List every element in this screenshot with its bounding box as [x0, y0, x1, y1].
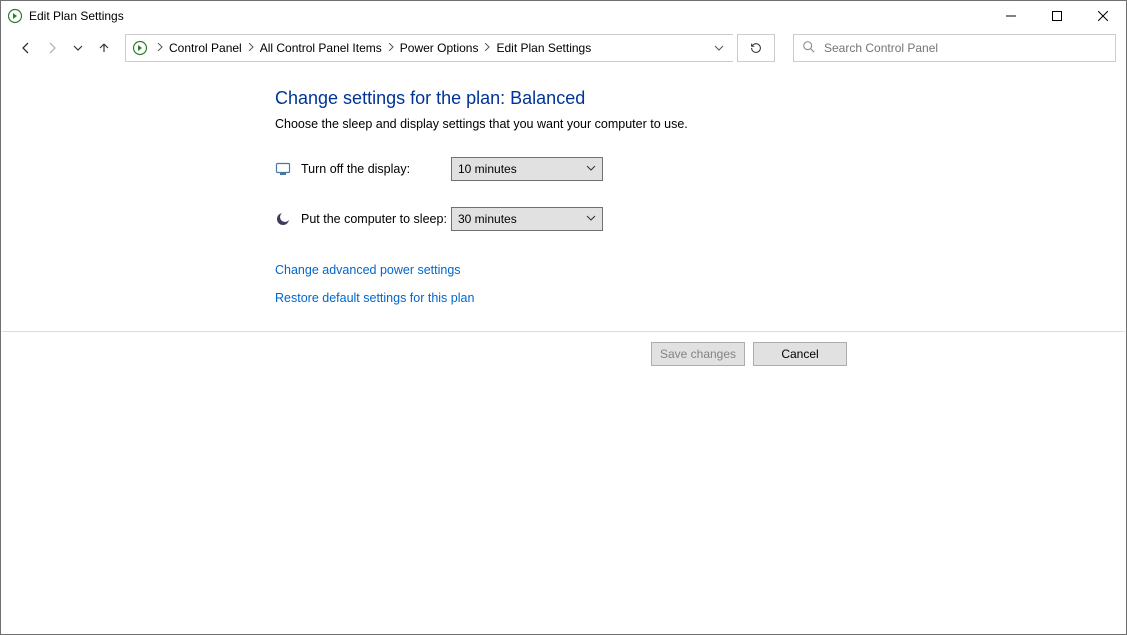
save-button[interactable]: Save changes: [651, 342, 745, 366]
power-options-icon: [132, 40, 148, 56]
sleep-timeout-label: Put the computer to sleep:: [301, 212, 451, 226]
sleep-timeout-select[interactable]: 30 minutes: [451, 207, 603, 231]
maximize-button[interactable]: [1034, 1, 1080, 31]
display-timeout-row: Turn off the display: 10 minutes: [275, 157, 1126, 181]
chevron-right-icon[interactable]: [152, 43, 168, 53]
titlebar: Edit Plan Settings: [1, 1, 1126, 31]
page-heading: Change settings for the plan: Balanced: [275, 88, 1126, 109]
chevron-right-icon[interactable]: [243, 43, 259, 53]
search-icon: [802, 40, 816, 57]
display-timeout-value: 10 minutes: [458, 162, 517, 176]
chevron-right-icon[interactable]: [383, 43, 399, 53]
forward-button[interactable]: [41, 36, 63, 60]
minimize-button[interactable]: [988, 1, 1034, 31]
sleep-timeout-value: 30 minutes: [458, 212, 517, 226]
button-bar: Save changes Cancel: [2, 331, 1125, 366]
breadcrumb-item[interactable]: Power Options: [399, 41, 480, 55]
search-box[interactable]: [793, 34, 1116, 62]
chevron-down-icon: [586, 162, 596, 176]
breadcrumb-item[interactable]: Edit Plan Settings: [495, 41, 592, 55]
cancel-button[interactable]: Cancel: [753, 342, 847, 366]
refresh-button[interactable]: [737, 34, 775, 62]
address-bar[interactable]: Control Panel All Control Panel Items Po…: [125, 34, 733, 62]
monitor-icon: [275, 161, 291, 177]
sleep-timeout-row: Put the computer to sleep: 30 minutes: [275, 207, 1126, 231]
main-content: Change settings for the plan: Balanced C…: [1, 68, 1126, 319]
chevron-down-icon: [586, 212, 596, 226]
power-options-icon: [7, 8, 23, 24]
page-subheading: Choose the sleep and display settings th…: [275, 117, 1126, 131]
display-timeout-label: Turn off the display:: [301, 162, 451, 176]
back-button[interactable]: [15, 36, 37, 60]
search-input[interactable]: [824, 41, 1107, 55]
breadcrumb-item[interactable]: Control Panel: [168, 41, 243, 55]
recent-locations-dropdown[interactable]: [67, 36, 89, 60]
address-bar-dropdown[interactable]: [705, 35, 733, 61]
breadcrumb-item[interactable]: All Control Panel Items: [259, 41, 383, 55]
navigation-toolbar: Control Panel All Control Panel Items Po…: [1, 31, 1126, 68]
restore-defaults-link[interactable]: Restore default settings for this plan: [275, 291, 474, 305]
close-button[interactable]: [1080, 1, 1126, 31]
display-timeout-select[interactable]: 10 minutes: [451, 157, 603, 181]
chevron-right-icon[interactable]: [479, 43, 495, 53]
window-title: Edit Plan Settings: [29, 9, 124, 23]
up-button[interactable]: [93, 36, 115, 60]
advanced-settings-link[interactable]: Change advanced power settings: [275, 263, 461, 277]
moon-icon: [275, 211, 291, 227]
